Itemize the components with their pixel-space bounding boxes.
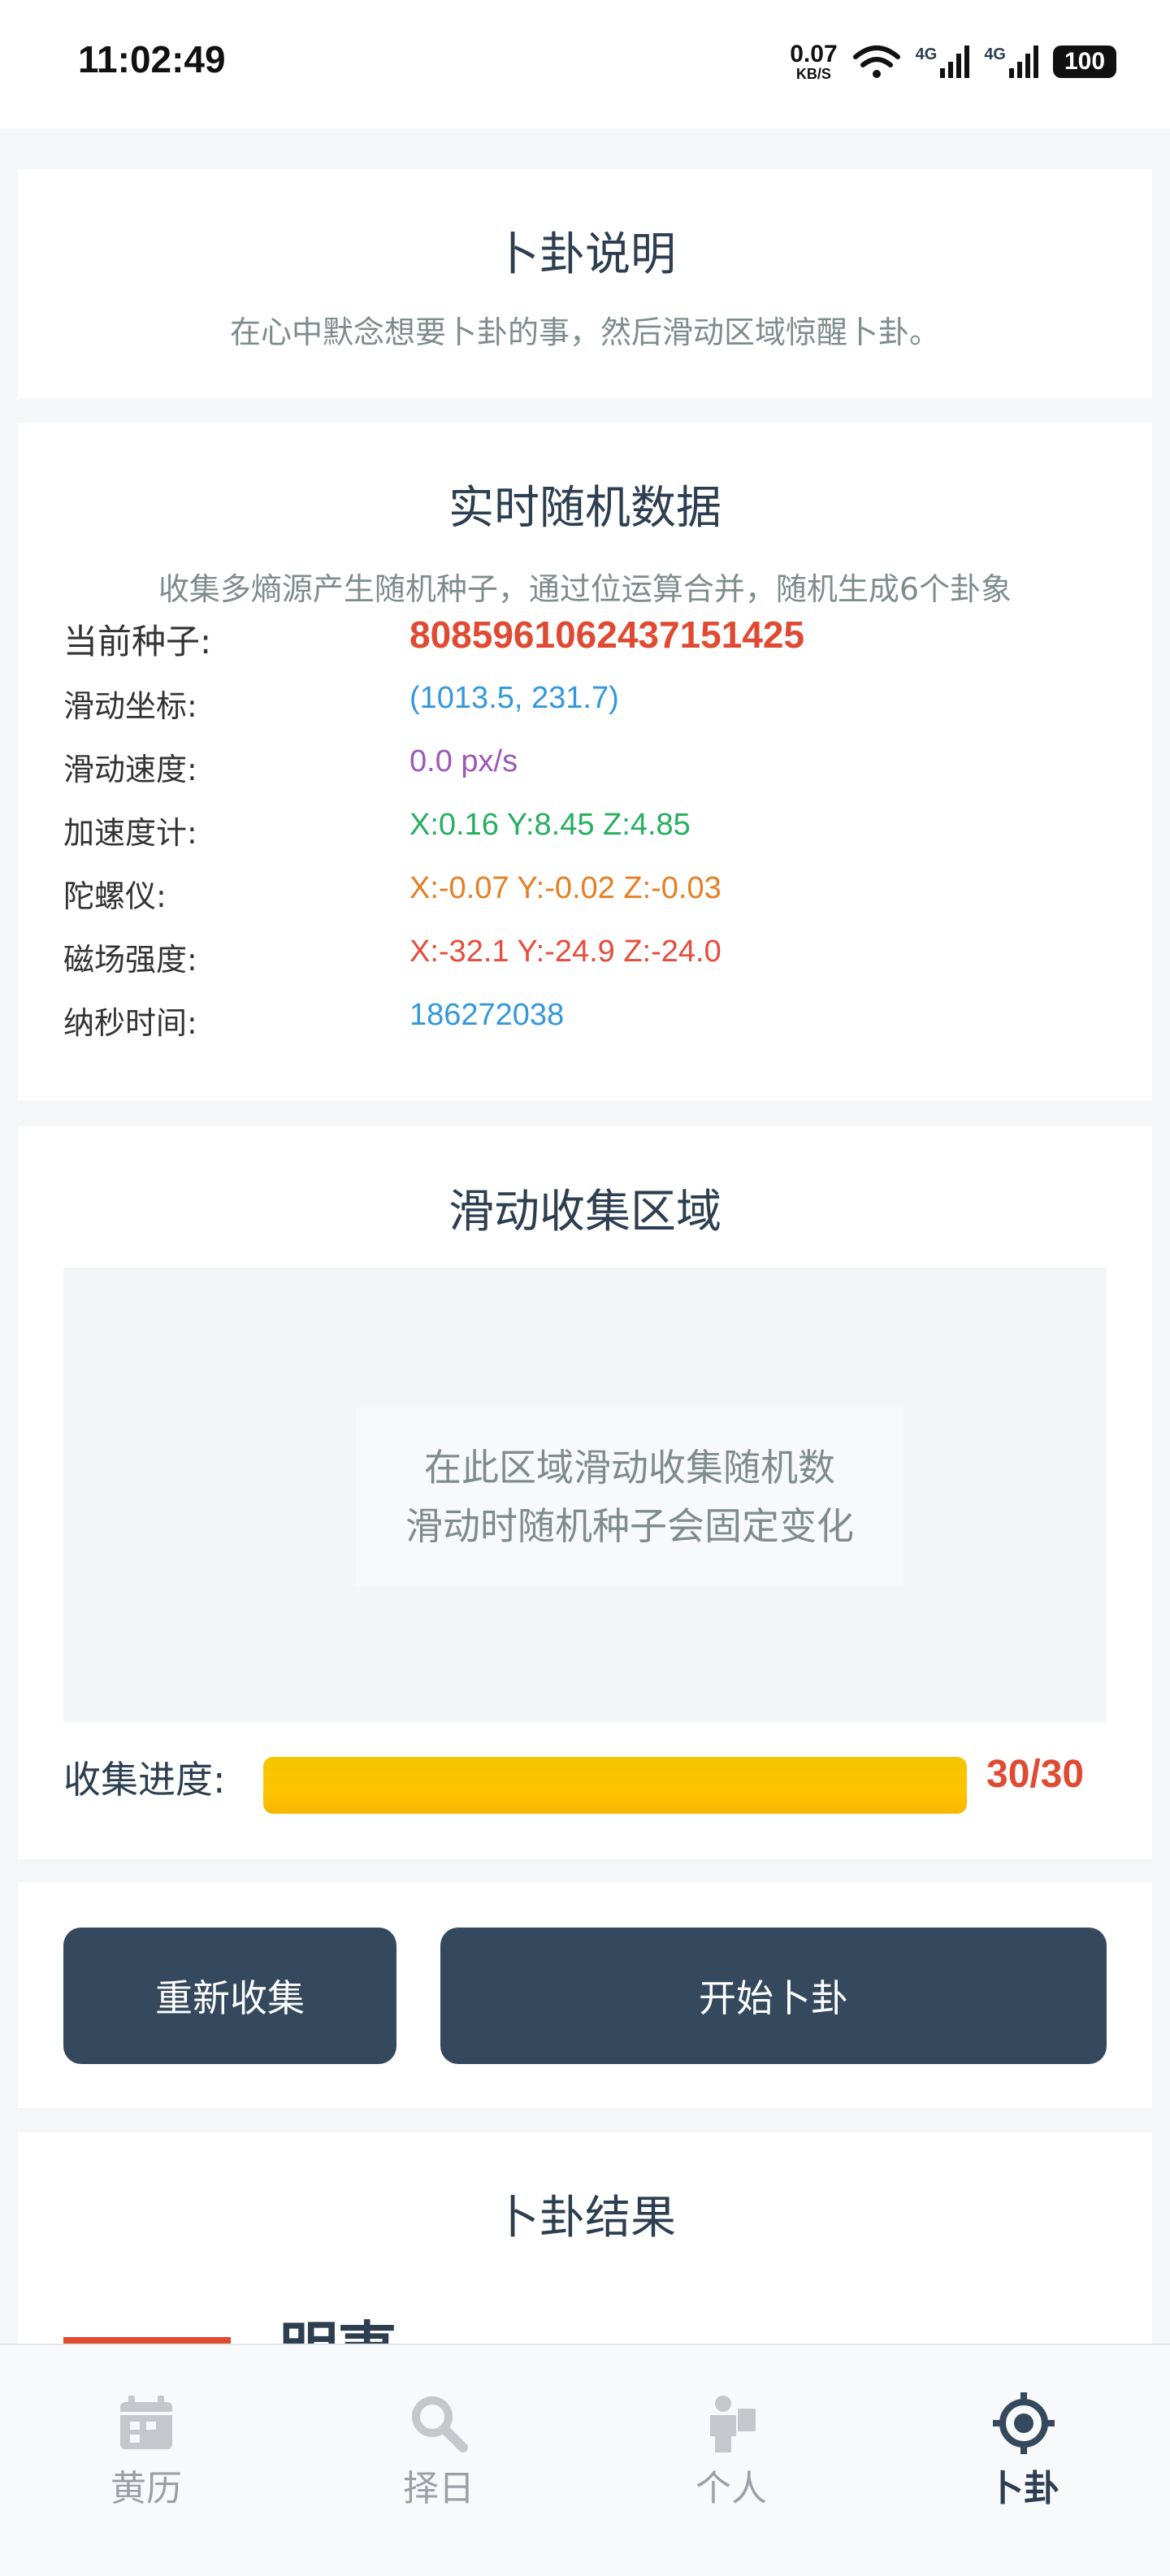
signal-bars-icon (940, 46, 970, 78)
seed-label: 当前种子: (63, 622, 212, 661)
swipe-collect-card: 滑动收集区域 在此区域滑动收集随机数 滑动时随机种子会固定变化 收集进度: 30… (18, 1126, 1152, 1859)
progress-count: 30/30 (986, 1753, 1085, 1796)
search-icon (412, 2396, 468, 2452)
network-speed: 0.07 KB/S (790, 41, 838, 82)
progress-bar (263, 1757, 967, 1814)
recollect-button[interactable]: 重新收集 (63, 1928, 396, 2064)
signal-4g-label: 4G (984, 46, 1006, 63)
result-card: 卜卦结果 明夷 (18, 2132, 1152, 2352)
realtime-data-card: 实时随机数据 收集多熵源产生随机种子，通过位运算合并，随机生成6个卦象 当前种子… (18, 423, 1152, 1100)
instructions-text: 在心中默念想要卜卦的事，然后滑动区域惊醒卜卦。 (229, 314, 940, 350)
nav-item-divination[interactable]: 卜卦 (878, 2345, 1170, 2576)
gyroscope-value: X:-0.07 Y:-0.02 Z:-0.03 (410, 871, 722, 905)
realtime-subtitle: 收集多熵源产生随机种子，通过位运算合并，随机生成6个卦象 (158, 571, 1012, 607)
nanotime-value: 186272038 (410, 998, 565, 1032)
swipe-speed-label: 滑动速度: (63, 752, 197, 787)
signal-4g-label: 4G (915, 46, 938, 63)
accelerometer-value: X:0.16 Y:8.45 Z:4.85 (410, 808, 691, 842)
network-speed-value: 0.07 (790, 41, 838, 67)
signal-bars-icon (1009, 46, 1038, 78)
realtime-title: 实时随机数据 (448, 482, 722, 535)
instructions-card: 卜卦说明 在心中默念想要卜卦的事，然后滑动区域惊醒卜卦。 (18, 169, 1152, 398)
nanotime-label: 纳秒时间: (63, 1005, 197, 1041)
swipe-area[interactable]: 在此区域滑动收集随机数 滑动时随机种子会固定变化 (63, 1268, 1107, 1723)
swipe-hint-line1: 在此区域滑动收集随机数 (424, 1446, 835, 1490)
nav-label-personal: 个人 (696, 2468, 767, 2509)
nav-label-date-select: 择日 (403, 2468, 474, 2509)
compass-icon (993, 2392, 1055, 2454)
signal-4g-1: 4G (916, 46, 970, 78)
nav-item-almanac[interactable]: 黄历 (0, 2345, 292, 2576)
nav-label-divination: 卜卦 (988, 2468, 1060, 2509)
swipe-title: 滑动收集区域 (448, 1186, 722, 1238)
magnetometer-label: 磁场强度: (63, 942, 197, 978)
instructions-title: 卜卦说明 (494, 228, 676, 281)
wifi-icon (852, 46, 900, 78)
gyroscope-label: 陀螺仪: (63, 878, 167, 914)
progress-fill (263, 1757, 967, 1814)
swipe-coord-label: 滑动坐标: (63, 688, 197, 724)
status-time: 11:02:49 (78, 38, 226, 80)
start-divination-button[interactable]: 开始卜卦 (440, 1928, 1107, 2064)
calendar-icon (120, 2396, 172, 2449)
accelerometer-label: 加速度计: (63, 815, 197, 851)
bottom-nav: 黄历 择日 个人 卜卦 (0, 2344, 1170, 2576)
swipe-coord-value: (1013.5, 231.7) (410, 681, 619, 715)
nav-item-personal[interactable]: 个人 (585, 2345, 878, 2576)
signal-4g-2: 4G (984, 46, 1038, 78)
person-icon (710, 2396, 756, 2452)
swipe-hint-line2: 滑动时随机种子会固定变化 (405, 1504, 854, 1548)
actions-card: 重新收集 开始卜卦 (18, 1882, 1152, 2108)
magnetometer-value: X:-32.1 Y:-24.9 Z:-24.0 (410, 935, 722, 969)
progress-label: 收集进度: (63, 1758, 226, 1802)
network-speed-unit: KB/S (795, 66, 831, 82)
swipe-hint: 在此区域滑动收集随机数 滑动时随机种子会固定变化 (356, 1407, 904, 1586)
status-bar: 11:02:49 0.07 KB/S 4G 4G 100 (0, 0, 1170, 128)
status-icons: 0.07 KB/S 4G 4G 100 (790, 42, 1116, 81)
swipe-speed-value: 0.0 px/s (410, 744, 518, 778)
seed-value: 8085961062437151425 (410, 614, 805, 656)
result-title: 卜卦结果 (494, 2192, 676, 2244)
nav-item-date-select[interactable]: 择日 (292, 2345, 585, 2576)
battery-indicator: 100 (1053, 46, 1116, 78)
nav-label-almanac: 黄历 (110, 2468, 182, 2509)
